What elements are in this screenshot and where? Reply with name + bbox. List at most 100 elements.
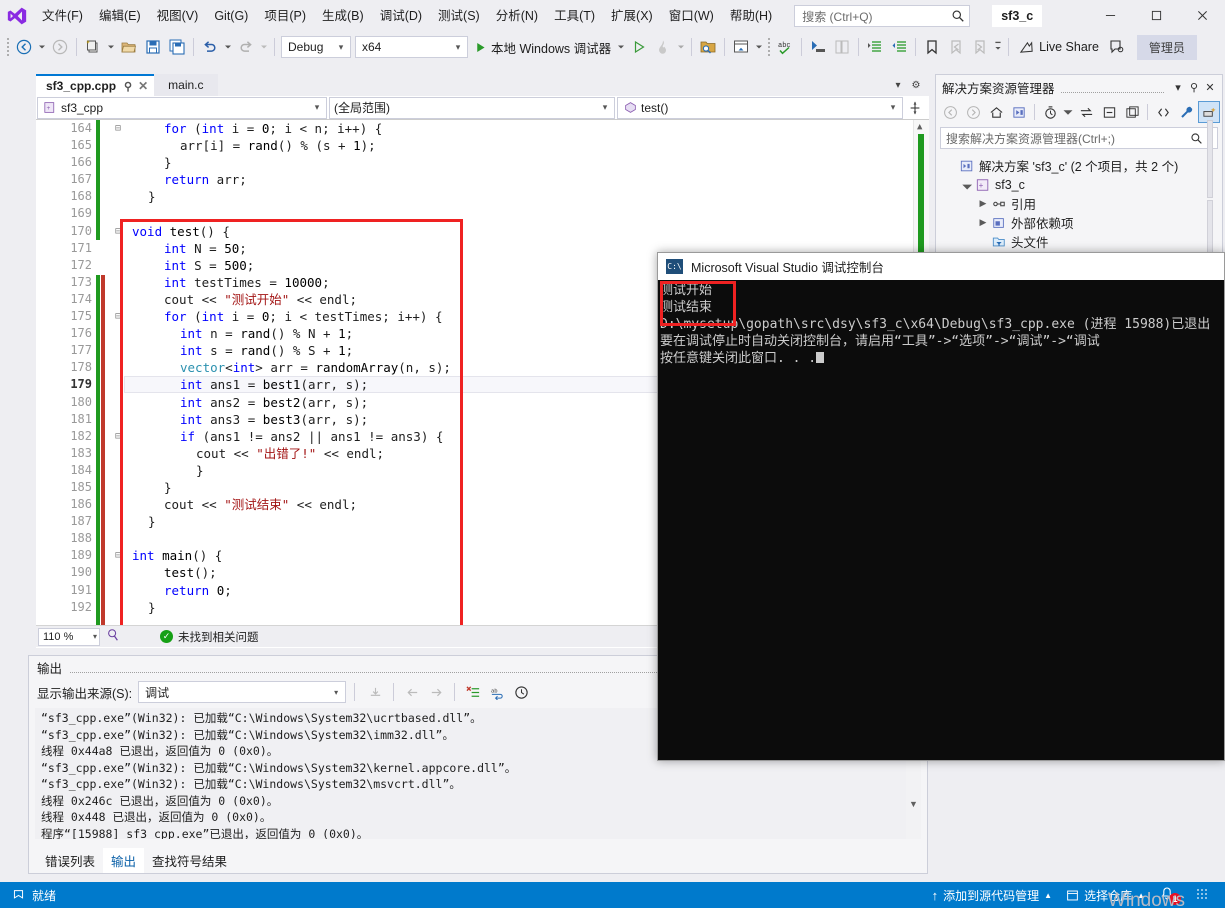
new-project-dropdown[interactable] — [105, 35, 117, 59]
intellisense-icon[interactable] — [106, 628, 120, 645]
dock-tab-find-symbol-results[interactable]: 查找符号结果 — [144, 848, 235, 873]
output-source-combo[interactable]: 调试 ▾ — [138, 681, 347, 703]
hot-reload-button[interactable] — [651, 35, 675, 59]
menu-item-build[interactable]: 生成(B) — [314, 3, 372, 29]
menu-item-project[interactable]: 项目(P) — [256, 3, 314, 29]
split-window-button[interactable] — [904, 101, 926, 115]
gear-icon[interactable]: ⚙ — [907, 80, 925, 91]
code-line[interactable]: 170 ⊟ void test() { — [36, 223, 929, 240]
comment-selection-button[interactable] — [806, 35, 830, 59]
increase-indent-button[interactable] — [863, 35, 887, 59]
start-without-debugging-button[interactable] — [627, 35, 651, 59]
fold-toggle-icon[interactable]: ⊟ — [112, 308, 124, 325]
output-clear-all-button[interactable] — [461, 681, 485, 703]
send-feedback-button[interactable] — [1105, 35, 1129, 59]
se-forward-button[interactable] — [962, 101, 984, 123]
navbar-project-combo[interactable]: + sf3_cpp ▾ — [37, 96, 327, 119]
bookmark-overflow[interactable] — [992, 35, 1004, 59]
decrease-indent-button[interactable] — [887, 35, 911, 59]
chevron-down-icon[interactable]: ▾ — [1170, 81, 1186, 94]
menu-item-analyze[interactable]: 分析(N) — [488, 3, 546, 29]
code-line[interactable]: 167 return arr; — [36, 171, 929, 188]
scroll-down-icon[interactable]: ▼ — [909, 799, 918, 809]
redo-button[interactable] — [234, 35, 258, 59]
preview-window-button[interactable] — [729, 35, 753, 59]
new-project-button[interactable] — [81, 35, 105, 59]
se-sync-with-document-button[interactable] — [1075, 101, 1097, 123]
rtab-toolbox[interactable] — [1207, 200, 1213, 258]
tree-item[interactable]: 头文件 — [944, 232, 1222, 251]
maximize-button[interactable] — [1133, 0, 1179, 30]
output-find-message-button[interactable] — [363, 681, 387, 703]
navigate-backward-button[interactable] — [12, 35, 36, 59]
solution-platform-combo[interactable]: x64 ▾ — [355, 36, 468, 58]
menu-item-file[interactable]: 文件(F) — [34, 3, 91, 29]
menu-item-edit[interactable]: 编辑(E) — [91, 3, 149, 29]
debug-console-window[interactable]: C:\ Microsoft Visual Studio 调试控制台 测试开始 测试… — [657, 252, 1225, 761]
output-previous-button[interactable] — [400, 681, 424, 703]
fold-toggle-icon[interactable]: ⊟ — [112, 547, 124, 564]
pin-icon[interactable]: ⚲ — [124, 80, 132, 93]
editor-zoom-combo[interactable]: 110 % ▾ — [38, 627, 100, 646]
expander-collapsed-icon[interactable]: ▶ — [976, 217, 990, 228]
expander-collapsed-icon[interactable]: ▶ — [976, 198, 990, 209]
code-line[interactable]: 169 — [36, 205, 929, 222]
se-pending-changes-button[interactable] — [1039, 101, 1061, 123]
menu-item-window[interactable]: 窗口(W) — [661, 3, 722, 29]
code-line[interactable]: 164 ⊟ for (int i = 0; i < n; i++) { — [36, 120, 929, 137]
hot-reload-dropdown[interactable] — [675, 35, 687, 59]
menu-item-git[interactable]: Git(G) — [206, 3, 256, 29]
open-file-button[interactable] — [117, 35, 141, 59]
dock-tab-output[interactable]: 输出 — [103, 847, 145, 873]
menu-item-debug[interactable]: 调试(D) — [372, 3, 430, 29]
redo-dropdown[interactable] — [258, 35, 270, 59]
close-icon[interactable]: ✕ — [138, 79, 148, 93]
tab-main-c[interactable]: main.c — [154, 74, 218, 96]
save-all-button[interactable] — [165, 35, 189, 59]
se-home-button[interactable] — [985, 101, 1007, 123]
pin-icon[interactable]: ⚲ — [1186, 81, 1202, 94]
toolbar-grip[interactable] — [765, 38, 773, 56]
global-search-box[interactable]: 搜索 (Ctrl+Q) — [794, 5, 971, 27]
solution-explorer-tree[interactable]: 解决方案 'sf3_c' (2 个项目，共 2 个) ◣ + sf3_c ▶ 引用 ▶ 外部依… — [936, 151, 1222, 251]
previous-bookmark-button[interactable] — [944, 35, 968, 59]
fold-toggle-icon[interactable]: ⊟ — [112, 428, 124, 445]
chevron-down-icon[interactable]: ▾ — [889, 80, 907, 91]
resize-grip-icon[interactable] — [1197, 889, 1209, 901]
close-icon[interactable]: ✕ — [1202, 81, 1218, 94]
code-line[interactable]: 165 arr[i] = rand() % (s + 1); — [36, 137, 929, 154]
tree-item[interactable]: ▶ 外部依赖项 — [944, 213, 1222, 232]
se-solution-button[interactable] — [1008, 101, 1030, 123]
navigate-backward-dropdown[interactable] — [36, 35, 48, 59]
code-line[interactable]: 168} — [36, 188, 929, 205]
undo-button[interactable] — [198, 35, 222, 59]
undo-dropdown[interactable] — [222, 35, 234, 59]
start-debugging-dropdown[interactable] — [615, 35, 627, 59]
output-next-button[interactable] — [424, 681, 448, 703]
menu-item-test[interactable]: 测试(S) — [430, 3, 488, 29]
rtab-properties[interactable] — [1207, 120, 1213, 198]
tree-item[interactable]: ◣ + sf3_c — [944, 175, 1222, 194]
spell-check-button[interactable]: abc — [773, 35, 797, 59]
menu-item-tools[interactable]: 工具(T) — [546, 3, 603, 29]
se-show-all-files-button[interactable] — [1152, 101, 1174, 123]
add-to-source-control-button[interactable]: ↑ 添加到源代码管理 ▲ — [932, 887, 1052, 904]
next-bookmark-button[interactable] — [968, 35, 992, 59]
se-collapse-all-button[interactable] — [1098, 101, 1120, 123]
toolbar-grip[interactable] — [4, 38, 12, 56]
fold-toggle-icon[interactable]: ⊟ — [112, 120, 124, 137]
toggle-bookmark-button[interactable] — [920, 35, 944, 59]
navbar-member-combo[interactable]: test() ▾ — [617, 96, 903, 119]
tab-sf3-cpp[interactable]: sf3_cpp.cpp ⚲ ✕ — [36, 74, 155, 96]
close-button[interactable] — [1179, 0, 1225, 30]
se-properties-button[interactable] — [1175, 101, 1197, 123]
navbar-scope-combo[interactable]: (全局范围) ▾ — [329, 96, 615, 119]
fold-toggle-icon[interactable]: ⊟ — [112, 223, 124, 240]
tree-item[interactable]: 解决方案 'sf3_c' (2 个项目，共 2 个) — [944, 156, 1222, 175]
se-pending-changes-dropdown[interactable] — [1062, 101, 1074, 123]
uncomment-selection-button[interactable] — [830, 35, 854, 59]
menu-item-extensions[interactable]: 扩展(X) — [603, 3, 661, 29]
se-new-folder-button[interactable] — [1121, 101, 1143, 123]
output-word-wrap-button[interactable]: ab — [485, 681, 509, 703]
minimize-button[interactable] — [1087, 0, 1133, 30]
